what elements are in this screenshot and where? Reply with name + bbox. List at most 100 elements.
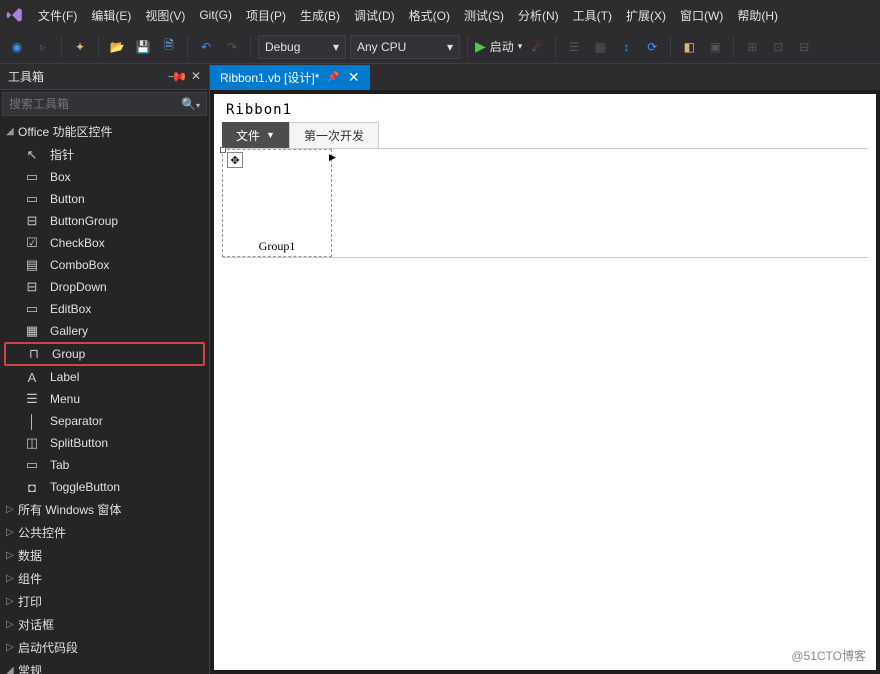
category-item[interactable]: ◢常规 — [0, 659, 209, 674]
start-label: 启动 — [490, 38, 514, 55]
menu-project[interactable]: 项目(P) — [246, 7, 286, 24]
toolbox-item-editbox[interactable]: ▭EditBox — [0, 298, 209, 320]
platform-dropdown[interactable]: Any CPU ▾ — [350, 35, 460, 59]
item-label: Menu — [50, 392, 80, 406]
category-item[interactable]: ▷对话框 — [0, 613, 209, 636]
menu-analyze[interactable]: 分析(N) — [518, 7, 559, 24]
menu-file[interactable]: 文件(F) — [38, 7, 77, 24]
toolbox-item-combobox[interactable]: ▤ComboBox — [0, 254, 209, 276]
chevron-down-icon: ▾ — [333, 40, 339, 54]
menu-test[interactable]: 测试(S) — [464, 7, 504, 24]
menu-git[interactable]: Git(G) — [199, 8, 232, 22]
tab-icon: ▭ — [24, 457, 40, 473]
caret-icon: ▷ — [6, 642, 18, 653]
menu-window[interactable]: 窗口(W) — [680, 7, 723, 24]
toolbox-item-separator[interactable]: │Separator — [0, 410, 209, 432]
ribbon-group[interactable]: ✥ ▶ Group1 — [222, 149, 332, 257]
group-name: Group1 — [223, 237, 331, 256]
tool-icon[interactable]: ⊟ — [793, 36, 815, 58]
ribbon-tabs: 文件 ▼ 第一次开发 — [222, 122, 868, 149]
chevron-down-icon: ▼ — [266, 130, 275, 140]
toolbox-header: 工具箱 📌 ✕ — [0, 64, 209, 90]
gallery-icon: ▦ — [24, 323, 40, 339]
ribbon-designer[interactable]: Ribbon1 文件 ▼ 第一次开发 ✥ ▶ Group1 @51CTO博客 — [214, 94, 876, 670]
toolbox-item-group[interactable]: ⊓Group — [4, 342, 205, 366]
menu-view[interactable]: 视图(V) — [145, 7, 185, 24]
separator — [187, 37, 188, 57]
tool-icon[interactable]: ▣ — [704, 36, 726, 58]
menu-edit[interactable]: 编辑(E) — [91, 7, 131, 24]
start-button[interactable]: ▶ 启动 ▾ — [475, 38, 522, 55]
tool-icon[interactable]: ☰ — [563, 36, 585, 58]
search-input[interactable] — [9, 97, 181, 111]
hot-reload-button[interactable]: ☄ — [526, 36, 548, 58]
category-label: 启动代码段 — [18, 639, 78, 656]
category-item[interactable]: ▷公共控件 — [0, 521, 209, 544]
close-icon[interactable]: ✕ — [348, 69, 360, 86]
tab-label: 第一次开发 — [304, 129, 364, 143]
category-label: 打印 — [18, 593, 42, 610]
save-button[interactable]: 💾 — [132, 36, 154, 58]
tool-icon[interactable]: ⟳ — [641, 36, 663, 58]
ribbon-name: Ribbon1 — [222, 102, 868, 122]
menu-debug[interactable]: 调试(D) — [354, 7, 395, 24]
save-all-button[interactable]: 🗎 — [158, 36, 180, 58]
caret-icon: ◢ — [6, 665, 18, 674]
menu-extensions[interactable]: 扩展(X) — [626, 7, 666, 24]
menu-format[interactable]: 格式(O) — [409, 7, 450, 24]
back-button[interactable]: ◉ — [6, 36, 28, 58]
open-button[interactable]: 📂 — [106, 36, 128, 58]
separator — [670, 37, 671, 57]
caret-icon: ▷ — [6, 504, 18, 515]
toolbox-item-button[interactable]: ▭Button — [0, 188, 209, 210]
toolbox-item-togglebutton[interactable]: ◘ ToggleButton — [0, 476, 209, 498]
separator — [61, 37, 62, 57]
toolbox-item-box[interactable]: ▭Box — [0, 166, 209, 188]
move-handle-icon[interactable]: ✥ — [227, 152, 243, 168]
config-dropdown[interactable]: Debug ▾ — [258, 35, 346, 59]
selection-handle[interactable] — [220, 147, 226, 153]
toolbox-search[interactable]: 🔍▾ — [2, 92, 207, 116]
toolbox-item-gallery[interactable]: ▦Gallery — [0, 320, 209, 342]
toggle-icon: ◘ — [24, 479, 40, 495]
item-label: ToggleButton — [50, 480, 120, 494]
undo-button[interactable]: ↶ — [195, 36, 217, 58]
menu-tools[interactable]: 工具(T) — [573, 7, 612, 24]
toolbox-item-menu[interactable]: ☰Menu — [0, 388, 209, 410]
close-icon[interactable]: ✕ — [191, 69, 201, 85]
pin-icon[interactable]: 📌 — [327, 72, 339, 83]
toolbox-item-指针[interactable]: ↖指针 — [0, 143, 209, 166]
pin-icon[interactable]: 📌 — [165, 65, 188, 88]
ribbon-tab-file[interactable]: 文件 ▼ — [222, 122, 289, 148]
category-item[interactable]: ▷打印 — [0, 590, 209, 613]
expand-icon[interactable]: ▶ — [329, 152, 339, 162]
tool-icon[interactable]: ⊞ — [741, 36, 763, 58]
document-tab[interactable]: Ribbon1.vb [设计]* 📌 ✕ — [210, 65, 370, 90]
redo-button[interactable]: ↷ — [221, 36, 243, 58]
toolbox-item-tab[interactable]: ▭Tab — [0, 454, 209, 476]
category-item[interactable]: ▷启动代码段 — [0, 636, 209, 659]
toolbox-item-buttongroup[interactable]: ⊟ButtonGroup — [0, 210, 209, 232]
item-label: ButtonGroup — [50, 214, 118, 228]
separator — [467, 37, 468, 57]
tool-icon[interactable]: ⊡ — [767, 36, 789, 58]
ribbon-tab-dev[interactable]: 第一次开发 — [289, 122, 379, 148]
menu-help[interactable]: 帮助(H) — [737, 7, 778, 24]
tool-icon[interactable]: ◧ — [678, 36, 700, 58]
item-label: Box — [50, 170, 71, 184]
item-label: CheckBox — [50, 236, 105, 250]
category-office[interactable]: ◢ Office 功能区控件 — [0, 120, 209, 143]
category-item[interactable]: ▷组件 — [0, 567, 209, 590]
new-button[interactable]: ✦ — [69, 36, 91, 58]
toolbox-item-splitbutton[interactable]: ◫SplitButton — [0, 432, 209, 454]
toolbox-item-checkbox[interactable]: ☑CheckBox — [0, 232, 209, 254]
tool-icon[interactable]: ▦ — [589, 36, 611, 58]
menu-build[interactable]: 生成(B) — [300, 7, 340, 24]
category-item[interactable]: ▷所有 Windows 窗体 — [0, 498, 209, 521]
category-item[interactable]: ▷数据 — [0, 544, 209, 567]
toolbox-item-label[interactable]: ALabel — [0, 366, 209, 388]
toolbox-item-dropdown[interactable]: ⊟DropDown — [0, 276, 209, 298]
tool-icon[interactable]: ↕ — [615, 36, 637, 58]
item-label: SplitButton — [50, 436, 108, 450]
forward-button[interactable]: ▹ — [32, 36, 54, 58]
